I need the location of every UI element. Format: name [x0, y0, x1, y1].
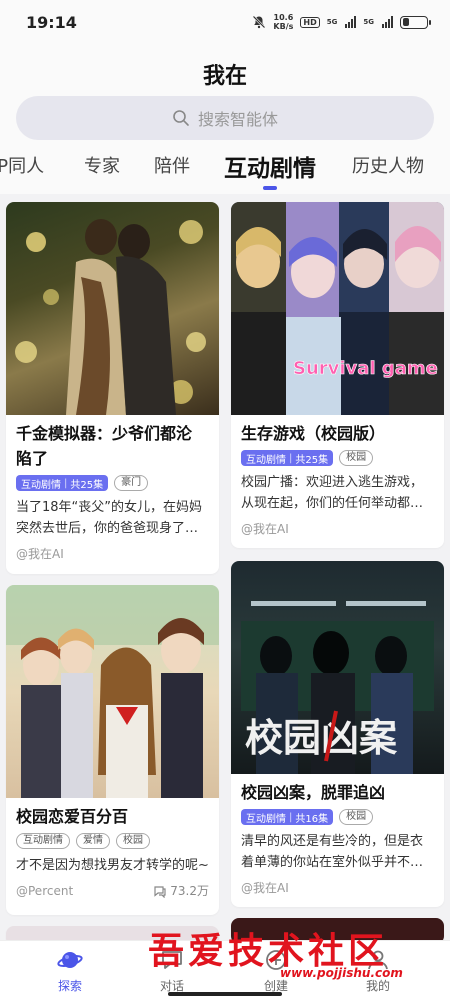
speed-value: 10.6 — [273, 13, 294, 22]
card-title: 校园恋爱百分百 — [16, 807, 129, 826]
battery-icon — [400, 15, 431, 29]
nav-profile[interactable]: 我的 — [338, 947, 418, 994]
sim2-label: 5G — [363, 18, 374, 26]
card-desc-line-1: 校园广播：欢迎进入逃生游戏， — [241, 475, 424, 490]
search-icon — [173, 110, 189, 126]
card-tags: 互动剧情 | 共16集 校园 — [241, 809, 434, 825]
chat-icon — [162, 951, 182, 969]
card-title-line-1: 千金模拟器：少爷们都沦 — [16, 424, 193, 443]
card-description: 清早的风还是有些冷的，但是衣 着单薄的你站在室外似乎并不… — [241, 831, 434, 873]
card-cover-image: 校园凶案 — [231, 561, 444, 774]
tag-genre: 校园 — [339, 450, 374, 466]
tag-genre: 校园 — [339, 809, 374, 825]
network-speed: 10.6 KB/s — [273, 13, 293, 31]
nav-create[interactable]: 创建 — [236, 947, 316, 994]
tag-campus: 校园 — [116, 833, 150, 849]
card-title: 千金模拟器：少爷们都沦 陷了 — [16, 421, 209, 471]
search-bar[interactable]: 搜索智能体 — [16, 96, 434, 140]
create-icon — [266, 950, 286, 970]
tag-label: 互动剧情 — [246, 454, 286, 466]
tag-label: 互动剧情 — [21, 479, 61, 491]
page-title: 我在 — [202, 64, 247, 89]
nav-explore-label: 探索 — [57, 979, 82, 993]
tab-companion[interactable]: 陪伴 — [154, 152, 190, 178]
view-count: 73.2万 — [153, 882, 209, 899]
tab-history-figures[interactable]: 历史人物 — [352, 152, 424, 178]
bottom-navigation: 探索 对话 创建 我的 — [0, 940, 450, 1000]
card-author: @我在AI — [241, 522, 289, 536]
card-tags: 互动剧情 爱情 校园 — [16, 833, 209, 849]
tag-interactive-story: 互动剧情 | 共25集 — [241, 450, 334, 466]
status-bar: 19:14 10.6 KB/s HD 5G 5G — [0, 0, 450, 44]
cover-title-text: 校园凶案 — [245, 715, 398, 760]
episode-count: 共25集 — [70, 479, 104, 491]
card-tags: 互动剧情 | 共25集 校园 — [241, 450, 434, 466]
nav-chat[interactable]: 对话 — [132, 947, 212, 994]
tag-interactive-story: 互动剧情 | 共25集 — [16, 475, 109, 491]
episode-count: 共16集 — [295, 813, 329, 825]
profile-icon — [368, 950, 388, 970]
tab-expert[interactable]: 专家 — [84, 152, 120, 178]
cover-title-text: Survival game — [293, 358, 438, 379]
signal-icon-2 — [382, 16, 393, 28]
status-time: 19:14 — [26, 12, 77, 32]
story-card-2[interactable]: Survival game 生存游戏（校园版） 互动剧情 | 共25集 校园 校园广… — [231, 202, 444, 548]
card-desc-line-2: 突然去世后，你的爸爸现身了… — [16, 521, 199, 536]
card-cover-image — [6, 585, 219, 798]
header: 我在 搜索智能体 IP同人 专家 陪伴 互动剧情 历史人物 — [0, 44, 450, 194]
category-tabs: IP同人 专家 陪伴 互动剧情 历史人物 — [0, 152, 450, 192]
tag-label: 互动剧情 — [246, 813, 286, 825]
story-card-1[interactable]: 千金模拟器：少爷们都沦 陷了 互动剧情 | 共25集 豪门 当了18年“丧父”的女儿，… — [6, 202, 219, 574]
card-title: 生存游戏（校园版） — [241, 424, 386, 443]
nav-chat-label: 对话 — [159, 979, 184, 993]
card-tags: 互动剧情 | 共25集 豪门 — [16, 475, 209, 491]
card-description: 校园广播：欢迎进入逃生游戏， 从现在起，你们的任何举动都… — [241, 472, 434, 514]
mute-bell-icon — [252, 15, 266, 29]
card-description: 才不是因为想找男友才转学的呢~ — [16, 858, 209, 873]
tag-genre: 豪门 — [114, 475, 149, 491]
card-author: @我在AI — [241, 881, 289, 895]
story-card-3[interactable]: 校园恋爱百分百 互动剧情 爱情 校园 才不是因为想找男友才转学的呢~ @Perc… — [6, 585, 219, 915]
speed-unit: KB/s — [273, 22, 294, 31]
hd-badge: HD — [300, 16, 320, 28]
chat-count-icon — [154, 885, 166, 898]
tag-interactive-story: 互动剧情 | 共16集 — [241, 809, 334, 825]
card-desc-line-1: 清早的风还是有些冷的，但是衣 — [241, 834, 424, 849]
nav-explore[interactable]: 探索 — [30, 947, 110, 994]
tab-interactive-story[interactable]: 互动剧情 — [224, 152, 316, 183]
home-indicator[interactable] — [168, 992, 282, 996]
card-cover-image — [6, 202, 219, 415]
card-author: @Percent — [16, 883, 74, 898]
status-icons: 10.6 KB/s HD 5G 5G — [252, 13, 431, 31]
tag-interactive-story: 互动剧情 — [16, 833, 70, 849]
search-placeholder: 搜索智能体 — [197, 110, 278, 129]
card-desc-line-2: 着单薄的你站在室外似乎并不… — [241, 855, 424, 870]
card-description: 当了18年“丧父”的女儿，在妈妈 突然去世后，你的爸爸现身了… — [16, 497, 209, 539]
tag-romance: 爱情 — [76, 833, 110, 849]
planet-icon — [57, 952, 83, 968]
sim1-label: 5G — [326, 18, 338, 26]
story-card-4[interactable]: 校园凶案 校园凶案，脱罪追凶 互动剧情 | 共16集 校园 清早的风还是有些冷的，但… — [231, 561, 444, 907]
nav-create-label: 创建 — [263, 979, 288, 993]
view-count-value: 73.2万 — [170, 884, 209, 898]
signal-icon-1 — [345, 16, 357, 28]
card-desc-line-1: 当了18年“丧父”的女儿，在妈妈 — [16, 500, 203, 515]
card-author: @我在AI — [16, 547, 64, 561]
card-title-line-2: 陷了 — [16, 449, 49, 468]
episode-count: 共25集 — [295, 454, 329, 466]
card-cover-image: Survival game — [231, 202, 444, 415]
card-title: 校园凶案，脱罪追凶 — [241, 783, 386, 802]
nav-profile-label: 我的 — [365, 979, 390, 993]
card-desc-line-2: 从现在起，你们的任何举动都… — [241, 496, 424, 511]
active-tab-indicator — [263, 186, 277, 190]
tab-ip[interactable]: IP同人 — [0, 152, 44, 178]
